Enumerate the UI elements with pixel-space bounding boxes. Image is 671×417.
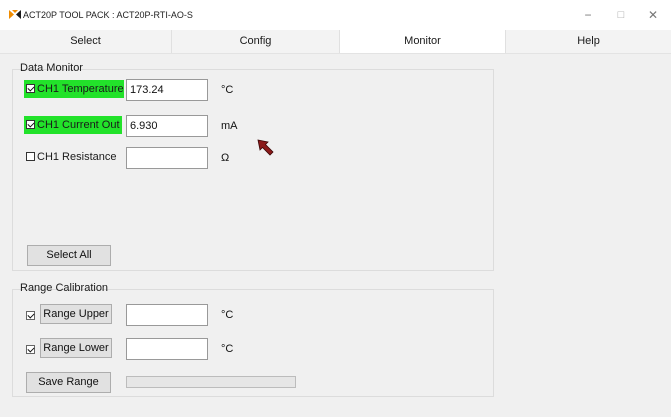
range-lower-checkbox[interactable]: [26, 345, 35, 354]
checkbox-unchecked-icon: [26, 152, 35, 161]
ch1-temperature-unit: °C: [221, 84, 234, 96]
range-lower-button[interactable]: Range Lower: [40, 338, 112, 358]
ch1-temperature-checkbox[interactable]: CH1 Temperature: [24, 80, 124, 98]
minimize-button[interactable]: −: [573, 4, 603, 26]
ch1-current-out-checkbox[interactable]: CH1 Current Out: [24, 116, 122, 134]
ch1-resistance-value: [126, 147, 208, 169]
range-calibration-title: Range Calibration: [20, 282, 109, 294]
data-monitor-title: Data Monitor: [20, 62, 83, 74]
ch1-resistance-label: CH1 Resistance: [37, 151, 117, 163]
range-upper-checkbox[interactable]: [26, 311, 35, 320]
select-all-button[interactable]: Select All: [27, 245, 111, 266]
save-range-button[interactable]: Save Range: [26, 372, 111, 393]
ch1-current-out-value: 6.930: [126, 115, 208, 137]
range-upper-unit: °C: [221, 309, 234, 321]
tab-bar: Select Config Monitor Help: [0, 30, 671, 54]
ch1-temperature-value: 173.24: [126, 79, 208, 101]
ch1-temperature-label: CH1 Temperature: [37, 83, 124, 95]
maximize-button[interactable]: □: [606, 4, 636, 26]
mouse-cursor-icon: [257, 139, 274, 156]
ch1-current-out-label: CH1 Current Out: [37, 119, 120, 131]
title-bar: ACT20P TOOL PACK : ACT20P-RTI-AO-S − □ ✕: [0, 0, 671, 30]
range-lower-input[interactable]: [126, 338, 208, 360]
ch1-current-out-unit: mA: [221, 120, 238, 132]
window-title: ACT20P TOOL PACK : ACT20P-RTI-AO-S: [23, 10, 193, 20]
tab-monitor[interactable]: Monitor: [340, 30, 506, 53]
tab-select[interactable]: Select: [0, 30, 172, 53]
range-lower-unit: °C: [221, 343, 234, 355]
app-logo-icon: [9, 10, 21, 19]
save-progress-bar: [126, 376, 296, 388]
tab-config[interactable]: Config: [172, 30, 340, 53]
close-button[interactable]: ✕: [638, 4, 668, 26]
tab-help[interactable]: Help: [506, 30, 671, 53]
ch1-resistance-unit: Ω: [221, 152, 230, 164]
ch1-resistance-checkbox[interactable]: CH1 Resistance: [24, 148, 124, 166]
data-monitor-group: [12, 69, 494, 271]
checkbox-checked-icon: [26, 120, 35, 129]
range-upper-input[interactable]: [126, 304, 208, 326]
range-upper-button[interactable]: Range Upper: [40, 304, 112, 324]
checkbox-checked-icon: [26, 84, 35, 93]
